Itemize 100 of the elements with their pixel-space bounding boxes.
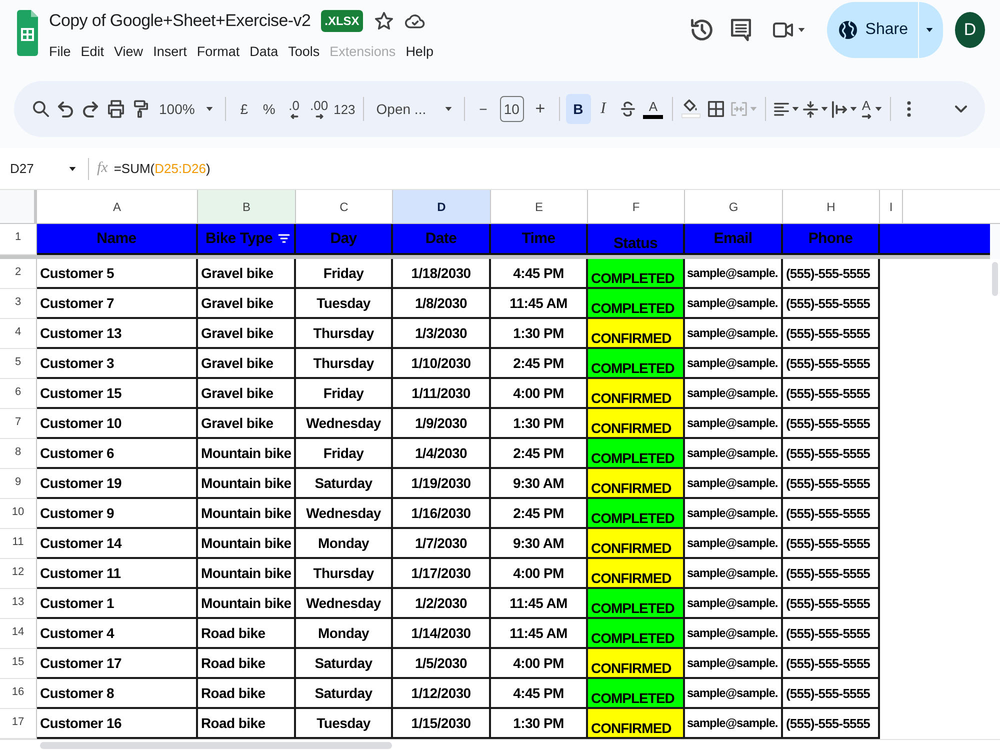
caret-icon[interactable] — [850, 107, 857, 111]
avatar[interactable]: D — [955, 12, 985, 48]
table-cell: sample@sample. — [685, 289, 783, 319]
table-cell: Wednesday — [296, 499, 393, 529]
corner-cell[interactable] — [0, 190, 37, 224]
table-cell: Gravel bike — [198, 349, 296, 379]
row-number[interactable]: 16 — [0, 679, 37, 709]
table-cell: Customer 4 — [37, 619, 198, 649]
menu-item[interactable]: Data — [250, 44, 278, 59]
table-cell: Friday — [296, 379, 393, 409]
caret-icon[interactable] — [792, 107, 799, 111]
row-number[interactable]: 1 — [0, 224, 37, 255]
zoom-select[interactable]: 100% — [153, 94, 219, 124]
menu-item[interactable]: View — [114, 44, 144, 59]
table-cell: Customer 11 — [37, 559, 198, 589]
column-title: Email — [714, 230, 752, 247]
chevron-down-icon[interactable] — [955, 105, 967, 113]
menu-item[interactable]: Edit — [80, 44, 104, 59]
table-cell: Customer 3 — [37, 349, 198, 379]
row-number[interactable]: 3 — [0, 289, 37, 319]
row-number[interactable]: 11 — [0, 529, 37, 559]
row-number[interactable]: 13 — [0, 589, 37, 619]
table-cell: (555)-555-5555 — [783, 559, 880, 589]
row-number[interactable]: 15 — [0, 649, 37, 679]
text-rotation-button[interactable]: A — [858, 94, 884, 124]
table-cell: 1/9/2030 — [393, 409, 491, 439]
table-cell: Customer 15 — [37, 379, 198, 409]
menu-item[interactable]: Tools — [288, 44, 320, 59]
column-header[interactable]: D — [393, 190, 491, 224]
menu-item[interactable]: Insert — [153, 44, 187, 59]
caret-icon[interactable] — [820, 107, 828, 111]
text-color-button[interactable]: A — [640, 94, 666, 124]
caret-icon[interactable] — [798, 28, 806, 32]
caret-icon[interactable] — [874, 107, 882, 111]
column-header[interactable]: B — [198, 190, 296, 224]
row-number[interactable]: 4 — [0, 319, 37, 349]
font-select[interactable]: Open ... — [370, 94, 458, 124]
percent-button[interactable]: % — [256, 94, 282, 124]
row-number[interactable]: 6 — [0, 379, 37, 409]
table-cell: Customer 9 — [37, 499, 198, 529]
history-icon[interactable] — [691, 18, 714, 42]
merge-cells-icon — [730, 100, 747, 118]
bold-button[interactable]: B — [566, 94, 591, 124]
star-icon[interactable] — [375, 12, 394, 30]
more-icon — [907, 101, 912, 117]
caret-icon[interactable] — [444, 107, 452, 111]
share-button[interactable]: Share — [827, 2, 918, 58]
row-number[interactable]: 14 — [0, 619, 37, 649]
row-number[interactable]: 7 — [0, 409, 37, 439]
row-number[interactable]: 10 — [0, 499, 37, 529]
menu-item[interactable]: Help — [406, 44, 434, 59]
increase-font-size-button[interactable]: + — [528, 94, 553, 124]
table-cell: sample@sample. — [685, 589, 783, 619]
table-cell: sample@sample. — [685, 379, 783, 409]
comment-icon[interactable] — [731, 18, 752, 42]
table-cell: (555)-555-5555 — [783, 349, 880, 379]
redo-icon — [83, 100, 98, 118]
row-number[interactable]: 12 — [0, 559, 37, 589]
increase-decimal-button[interactable]: .00 — [306, 94, 332, 124]
vertical-scrollbar[interactable] — [992, 262, 998, 296]
caret-icon[interactable] — [206, 107, 213, 111]
table-cell: 1/10/2030 — [393, 349, 491, 379]
row-number[interactable]: 2 — [0, 259, 37, 289]
column-title: Date — [425, 230, 457, 247]
font-size-field[interactable]: 10 — [500, 96, 524, 122]
globe-icon[interactable] — [839, 21, 858, 39]
table-cell: Friday — [296, 259, 393, 289]
status-cell: CONFIRMED — [588, 529, 685, 559]
table-cell: (555)-555-5555 — [783, 619, 880, 649]
filter-icon[interactable] — [278, 234, 290, 243]
table-cell: sample@sample. — [685, 559, 783, 589]
spreadsheet-icon[interactable] — [17, 10, 38, 56]
left-arrow-icon — [290, 114, 299, 119]
menu-item[interactable]: File — [49, 44, 71, 59]
italic-button[interactable]: I — [590, 94, 616, 124]
caret-icon[interactable] — [926, 28, 932, 32]
menu-item[interactable]: Format — [196, 44, 240, 59]
row-number[interactable]: 17 — [0, 709, 37, 739]
table-cell: Gravel bike — [198, 259, 296, 289]
currency-button[interactable]: £ — [232, 94, 257, 124]
print-icon — [108, 100, 124, 118]
number-format-button[interactable]: 123 — [332, 94, 358, 124]
document-title[interactable]: Copy of Google+Sheet+Exercise-v2 — [49, 11, 311, 31]
name-box[interactable]: D27 — [10, 161, 80, 176]
cloud-check-icon[interactable] — [405, 13, 426, 29]
table-cell: Customer 8 — [37, 679, 198, 709]
decrease-decimal-button[interactable]: .0 — [282, 94, 307, 124]
formula-field[interactable]: =SUM(D25:D26) — [114, 161, 210, 176]
table-cell: sample@sample. — [685, 319, 783, 349]
caret-icon[interactable] — [69, 166, 76, 170]
status-cell: CONFIRMED — [588, 559, 685, 589]
column-title: Name — [96, 230, 136, 247]
table-cell: Gravel bike — [198, 319, 296, 349]
table-cell: (555)-555-5555 — [783, 469, 880, 499]
row-number[interactable]: 8 — [0, 439, 37, 469]
status-cell: CONFIRMED — [588, 379, 685, 409]
horizontal-scrollbar[interactable] — [40, 742, 392, 749]
decrease-font-size-button[interactable]: − — [470, 94, 496, 124]
row-number[interactable]: 9 — [0, 469, 37, 499]
row-number[interactable]: 5 — [0, 349, 37, 379]
